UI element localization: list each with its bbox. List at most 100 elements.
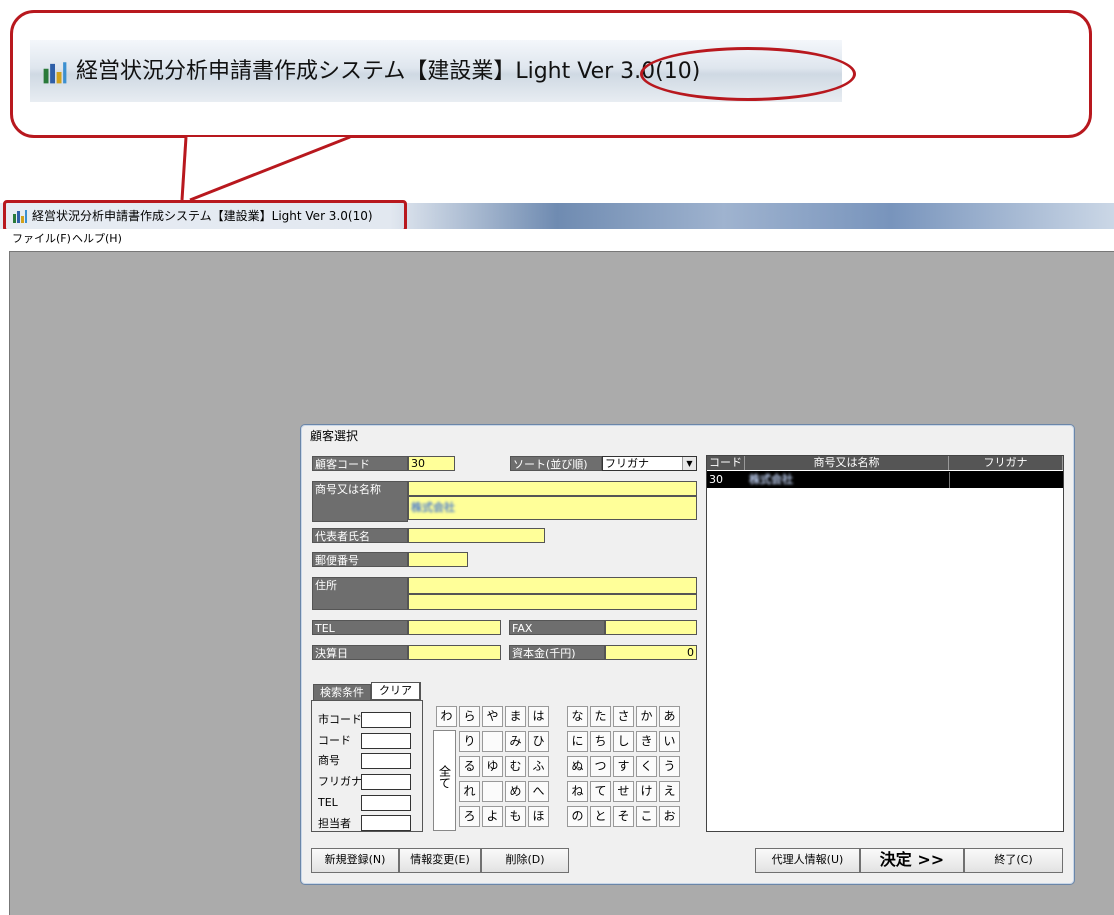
kana-key[interactable]: い (659, 731, 680, 752)
kana-key[interactable]: ち (590, 731, 611, 752)
dialog-title: 顧客選択 (310, 429, 359, 443)
sort-select[interactable]: フリガナ ▼ (602, 456, 697, 471)
search-label-city-code: 市コード (318, 713, 362, 726)
representative-field[interactable] (408, 528, 545, 543)
kana-key[interactable]: し (613, 731, 634, 752)
kana-all-button[interactable]: 全て (433, 730, 456, 831)
trade-name-field[interactable]: 株式会社 (408, 496, 697, 520)
search-label-person: 担当者 (318, 817, 351, 830)
chevron-down-icon[interactable]: ▼ (682, 457, 696, 470)
settlement-date-field[interactable] (408, 645, 501, 660)
kana-key[interactable]: そ (613, 806, 634, 827)
fax-field[interactable] (605, 620, 697, 635)
capital-label: 資本金(千円) (509, 645, 605, 660)
kana-key[interactable]: よ (482, 806, 503, 827)
kana-key[interactable]: む (505, 756, 526, 777)
kana-key[interactable]: り (459, 731, 480, 752)
search-label-tel: TEL (318, 796, 338, 809)
kana-key[interactable]: も (505, 806, 526, 827)
kana-key[interactable]: れ (459, 781, 480, 802)
kana-key[interactable]: さ (613, 706, 634, 727)
postal-field[interactable] (408, 552, 468, 567)
kana-key[interactable]: う (659, 756, 680, 777)
tab-search-conditions[interactable]: 検索条件 (313, 684, 371, 701)
kana-key[interactable]: か (636, 706, 657, 727)
exit-button[interactable]: 終了(C) (964, 848, 1063, 873)
trade-name-value: 株式会社 (411, 501, 455, 514)
menu-help[interactable]: ヘルプ(H) (72, 229, 122, 249)
kana-key[interactable]: め (505, 781, 526, 802)
tel-label: TEL (312, 620, 408, 635)
kana-key[interactable]: る (459, 756, 480, 777)
delete-button[interactable]: 削除(D) (481, 848, 569, 873)
kana-key[interactable]: み (505, 731, 526, 752)
kana-key[interactable]: て (590, 781, 611, 802)
kana-key[interactable]: な (567, 706, 588, 727)
kana-key[interactable]: ま (505, 706, 526, 727)
address-field-1[interactable] (408, 577, 697, 594)
kana-key[interactable]: え (659, 781, 680, 802)
sort-label: ソート(並び順) (510, 456, 602, 471)
customer-code-field[interactable]: 30 (408, 456, 455, 471)
kana-key[interactable]: へ (528, 781, 549, 802)
kana-key[interactable]: あ (659, 706, 680, 727)
kana-key[interactable]: ら (459, 706, 480, 727)
sort-select-value: フリガナ (605, 457, 649, 470)
kana-key[interactable]: こ (636, 806, 657, 827)
kana-all-label: 全て (437, 765, 452, 789)
menu-bar (0, 229, 1114, 251)
search-code-input[interactable] (361, 733, 411, 749)
kana-key[interactable]: わ (436, 706, 457, 727)
customer-code-label: 顧客コード (312, 456, 408, 471)
kana-key[interactable]: の (567, 806, 588, 827)
new-register-button[interactable]: 新規登録(N) (311, 848, 399, 873)
kana-key[interactable]: ほ (528, 806, 549, 827)
kana-key[interactable]: ね (567, 781, 588, 802)
customer-list[interactable] (706, 455, 1064, 832)
kana-key[interactable]: た (590, 706, 611, 727)
kana-key[interactable]: く (636, 756, 657, 777)
fax-label: FAX (509, 620, 605, 635)
kana-key[interactable]: ふ (528, 756, 549, 777)
kana-key[interactable]: ゆ (482, 756, 503, 777)
menu-file[interactable]: ファイル(F) (12, 229, 71, 249)
search-kana-input[interactable] (361, 774, 411, 790)
kana-key[interactable]: ろ (459, 806, 480, 827)
kana-key[interactable]: す (613, 756, 634, 777)
clear-button[interactable]: クリア (371, 682, 421, 701)
search-label-code: コード (318, 734, 351, 747)
kana-key[interactable]: ぬ (567, 756, 588, 777)
representative-label: 代表者氏名 (312, 528, 408, 543)
decide-button[interactable]: 決定 >> (860, 848, 964, 873)
agent-info-button[interactable]: 代理人情報(U) (755, 848, 860, 873)
search-trade-name-input[interactable] (361, 753, 411, 769)
column-header-kana[interactable]: フリガナ (949, 456, 1063, 470)
capital-field[interactable]: 0 (605, 645, 697, 660)
kana-key[interactable]: け (636, 781, 657, 802)
kana-key[interactable]: ひ (528, 731, 549, 752)
address-label: 住所 (312, 577, 408, 610)
search-tel-input[interactable] (361, 795, 411, 811)
kana-key[interactable]: に (567, 731, 588, 752)
column-header-name[interactable]: 商号又は名称 (745, 456, 949, 470)
address-field-2[interactable] (408, 594, 697, 610)
kana-key (482, 781, 503, 802)
row-name: 株式会社 (749, 473, 793, 486)
title-highlight-box (3, 200, 407, 232)
postal-label: 郵便番号 (312, 552, 408, 567)
edit-info-button[interactable]: 情報変更(E) (399, 848, 481, 873)
kana-key[interactable]: き (636, 731, 657, 752)
kana-key[interactable]: や (482, 706, 503, 727)
trade-name-kana-field[interactable] (408, 481, 697, 496)
column-header-code[interactable]: コード (707, 456, 745, 470)
row-code: 30 (709, 473, 723, 486)
search-city-code-input[interactable] (361, 712, 411, 728)
kana-key[interactable]: つ (590, 756, 611, 777)
tel-field[interactable] (408, 620, 501, 635)
kana-key[interactable]: と (590, 806, 611, 827)
search-person-input[interactable] (361, 815, 411, 831)
kana-key[interactable]: せ (613, 781, 634, 802)
kana-key[interactable]: お (659, 806, 680, 827)
kana-key (482, 731, 503, 752)
kana-key[interactable]: は (528, 706, 549, 727)
